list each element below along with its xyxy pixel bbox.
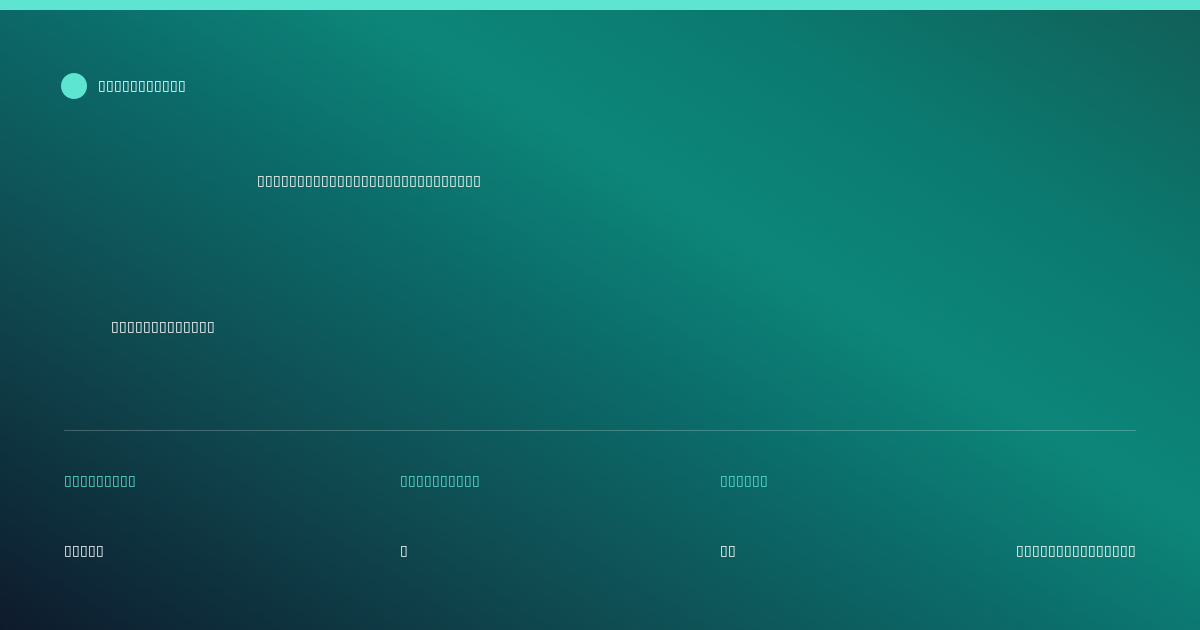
social-card: ▯▯▯▯▯▯▯▯▯▯▯ ▯▯▯▯▯▯▯▯▯▯▯▯▯▯▯▯▯▯▯▯▯▯▯▯▯▯▯▯… — [0, 0, 1200, 630]
stat-value-1: ▯▯▯▯▯ — [64, 543, 105, 559]
stat-value-3: ▯▯ — [720, 543, 737, 559]
divider — [64, 430, 1136, 431]
footer-note: ▯▯▯▯▯▯▯▯▯▯▯▯▯▯▯ — [1015, 543, 1136, 559]
stat-label-1: ▯▯▯▯▯▯▯▯▯ — [64, 473, 137, 489]
brand-name: ▯▯▯▯▯▯▯▯▯▯▯ — [98, 78, 187, 94]
accent-top-bar — [0, 0, 1200, 10]
brand: ▯▯▯▯▯▯▯▯▯▯▯ — [61, 73, 186, 99]
circle-logo-icon — [61, 73, 87, 99]
headline: ▯▯▯▯▯▯▯▯▯▯▯▯▯▯▯▯▯▯▯▯▯▯▯▯▯▯▯▯ — [257, 173, 482, 189]
subline: ▯▯▯▯▯▯▯▯▯▯▯▯▯ — [111, 319, 216, 335]
stat-label-3: ▯▯▯▯▯▯ — [720, 473, 769, 489]
stat-label-2: ▯▯▯▯▯▯▯▯▯▯ — [400, 473, 481, 489]
stat-value-2: ▯ — [400, 543, 409, 559]
